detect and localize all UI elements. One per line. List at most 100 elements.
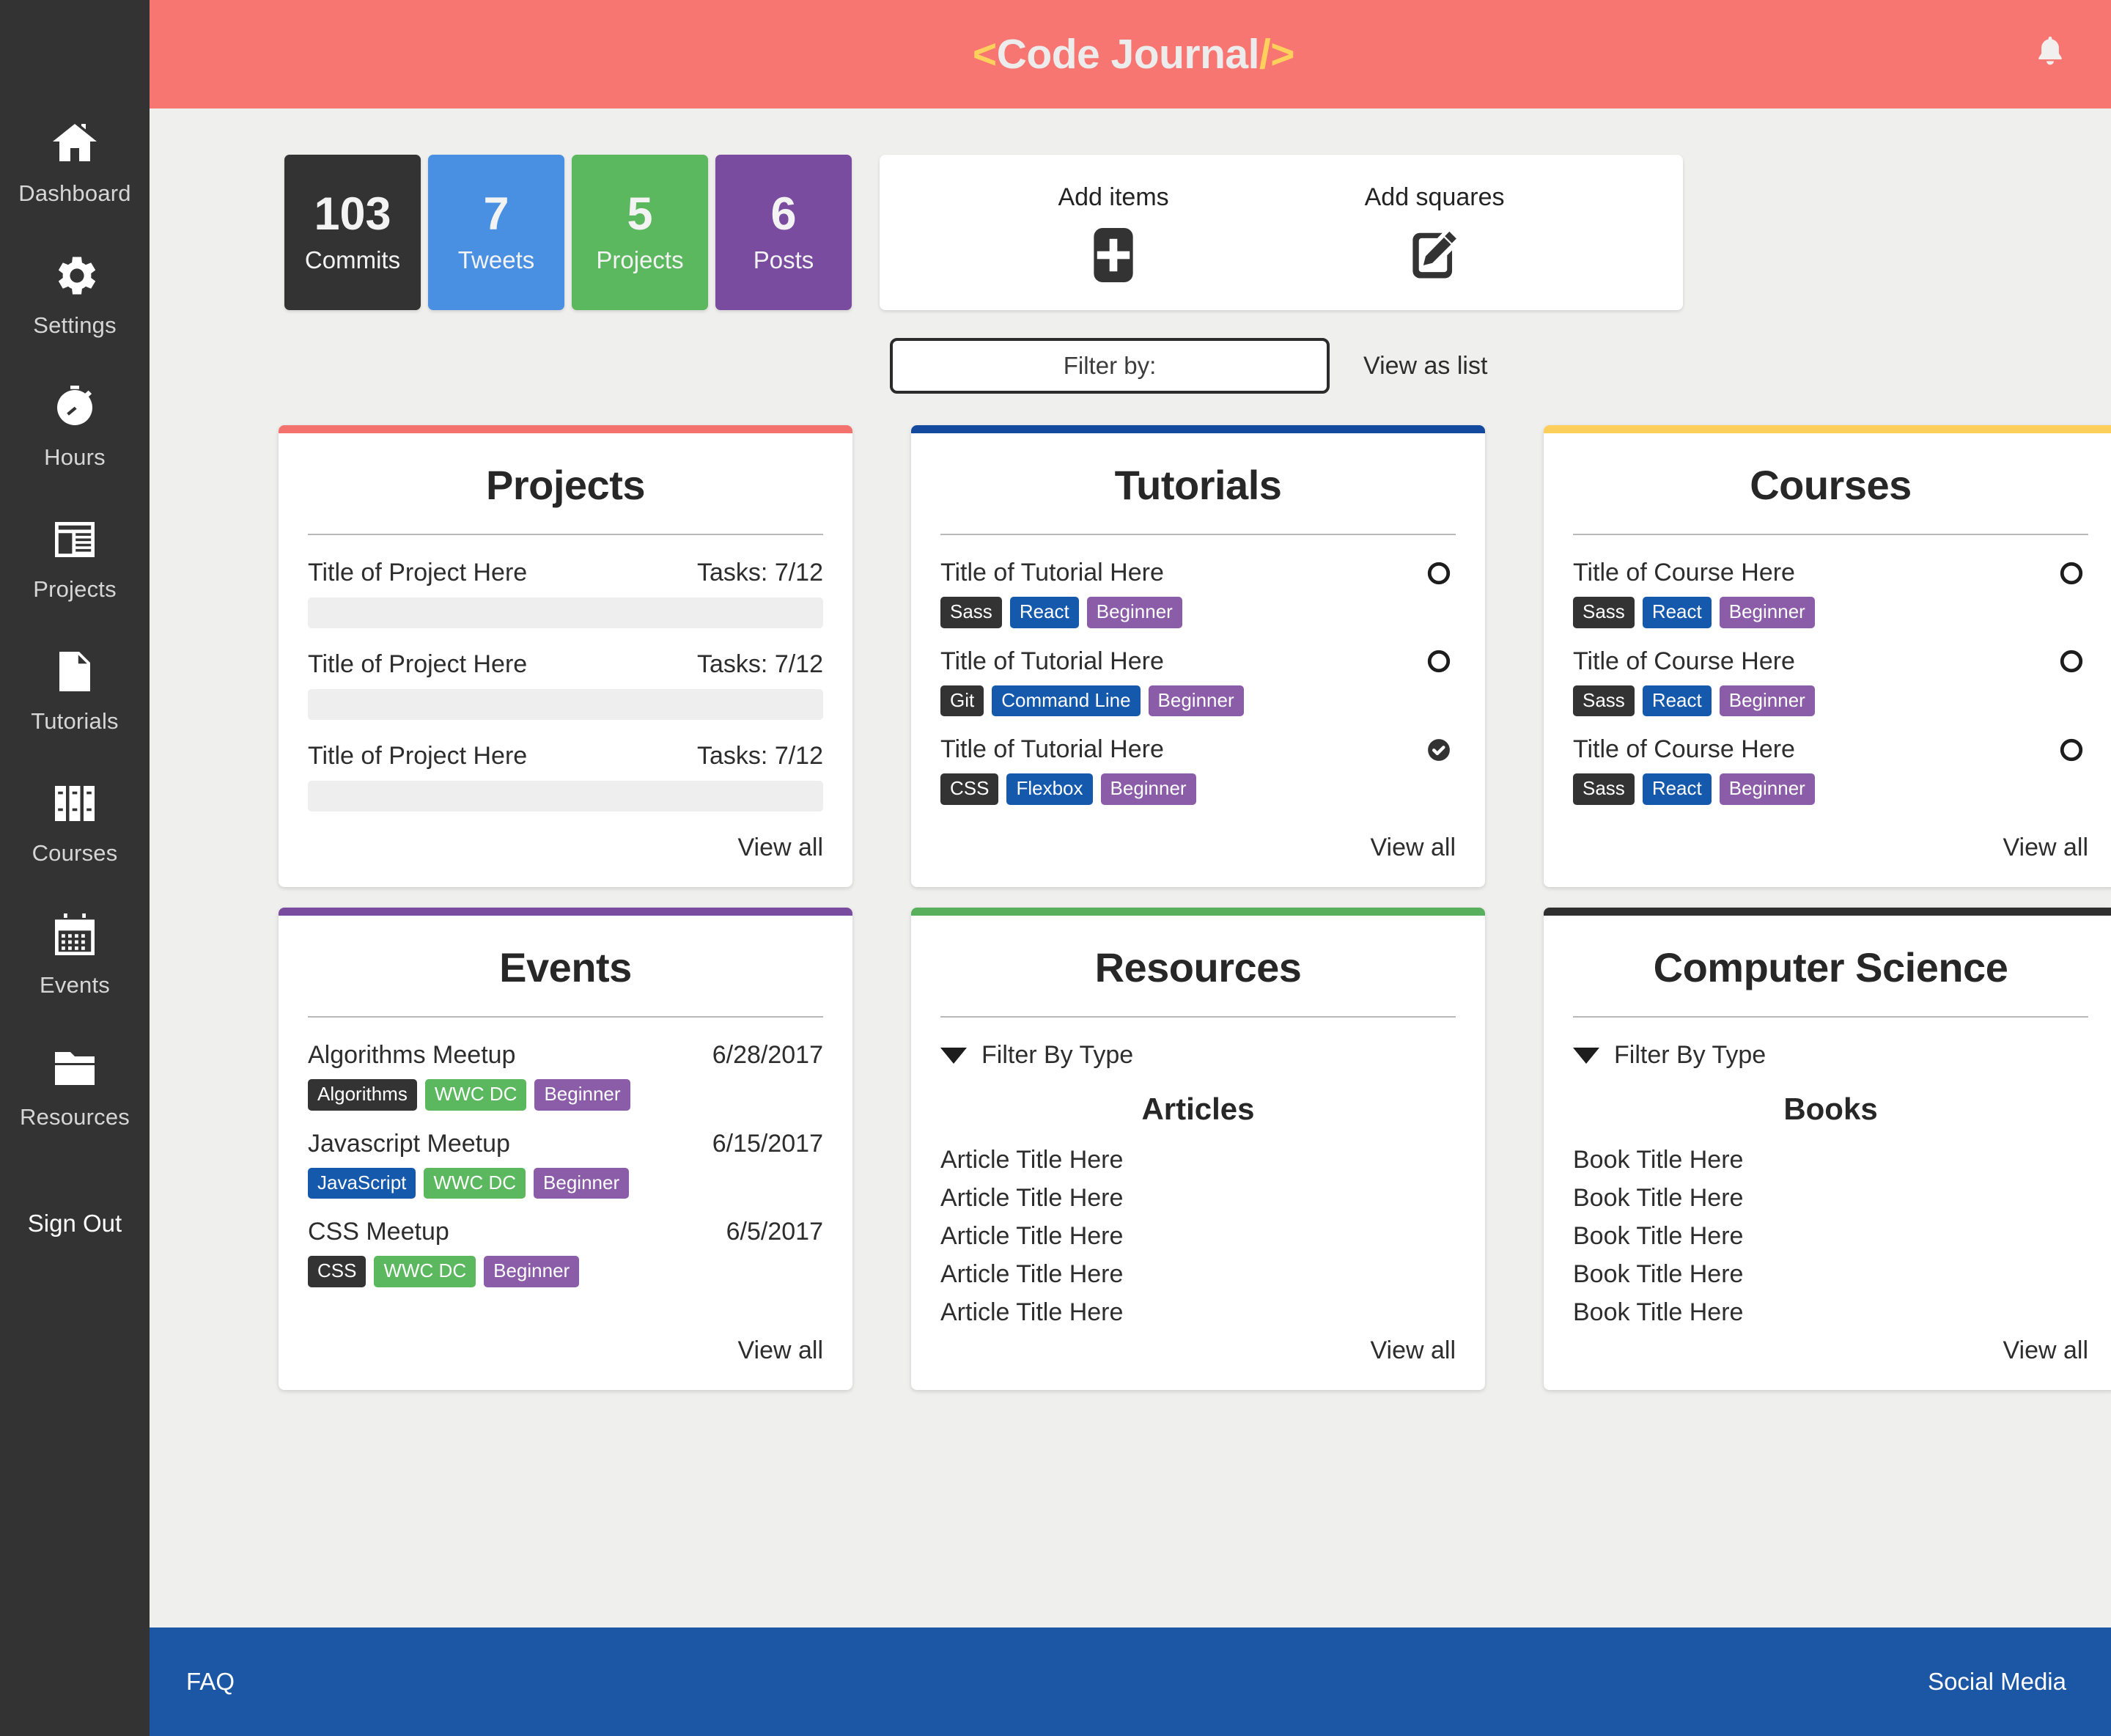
tag[interactable]: Beginner (1101, 773, 1196, 805)
tag[interactable]: Beginner (1149, 685, 1244, 717)
list-item[interactable]: Title of Course Here Sass React Beginner (1573, 559, 2088, 628)
list-item[interactable]: Title of Course Here Sass React Beginner (1573, 647, 2088, 717)
list-item[interactable]: Article Title Here (940, 1260, 1456, 1289)
list-item[interactable]: Article Title Here (940, 1222, 1456, 1251)
list-item[interactable]: Title of Project Here Tasks: 7/12 (308, 650, 823, 720)
list-item[interactable]: Article Title Here (940, 1146, 1456, 1174)
sidebar-item-projects[interactable]: Projects (0, 513, 150, 603)
list-item[interactable]: Book Title Here (1573, 1298, 2088, 1327)
sidebar-item-courses[interactable]: Courses (0, 777, 150, 867)
view-all-link[interactable]: View all (308, 1336, 823, 1365)
progress-bar (308, 689, 823, 720)
status-incomplete-icon[interactable] (1426, 649, 1451, 674)
list-item[interactable]: Title of Project Here Tasks: 7/12 (308, 742, 823, 812)
tag[interactable]: Command Line (992, 685, 1140, 717)
status-incomplete-icon[interactable] (2059, 738, 2084, 762)
tag[interactable]: Beginner (1720, 685, 1815, 717)
tag[interactable]: CSS (308, 1256, 366, 1287)
tag[interactable]: Beginner (534, 1168, 629, 1199)
pencil-square-icon (1407, 228, 1462, 282)
status-incomplete-icon[interactable] (1426, 561, 1451, 586)
view-all-link[interactable]: View all (1573, 1336, 2088, 1365)
status-incomplete-icon[interactable] (2059, 561, 2084, 586)
view-as-list-link[interactable]: View as list (1363, 352, 1487, 380)
tag[interactable]: JavaScript (308, 1168, 416, 1199)
sidebar-item-settings[interactable]: Settings (0, 249, 150, 339)
tag[interactable]: React (1643, 773, 1712, 805)
stat-card-posts[interactable]: 6 Posts (715, 155, 852, 310)
bell-icon[interactable] (2034, 35, 2066, 74)
tag[interactable]: Beginner (1087, 597, 1182, 628)
sidebar-item-events[interactable]: Events (0, 909, 150, 998)
tag[interactable]: Beginner (1720, 773, 1815, 805)
stat-card-commits[interactable]: 103 Commits (284, 155, 421, 310)
tag[interactable]: Beginner (1720, 597, 1815, 628)
sidebar-item-tutorials[interactable]: Tutorials (0, 645, 150, 735)
view-all-link[interactable]: View all (940, 834, 1456, 862)
faq-link[interactable]: FAQ (186, 1668, 235, 1696)
tag[interactable]: Sass (940, 597, 1002, 628)
status-complete-icon[interactable] (1426, 738, 1451, 762)
view-all-link[interactable]: View all (940, 1336, 1456, 1365)
card-divider (940, 1016, 1456, 1018)
project-tasks: Tasks: 7/12 (697, 742, 823, 770)
view-all-link[interactable]: View all (308, 834, 823, 862)
stat-card-projects[interactable]: 5 Projects (572, 155, 708, 310)
events-list: Algorithms Meetup 6/28/2017 Algorithms W… (308, 1041, 823, 1336)
tag[interactable]: WWC DC (374, 1256, 476, 1287)
sidebar-item-hours[interactable]: Hours (0, 381, 150, 471)
tag[interactable]: React (1010, 597, 1079, 628)
tag[interactable]: Sass (1573, 597, 1635, 628)
stat-value: 7 (483, 191, 509, 238)
filter-input[interactable] (890, 338, 1330, 394)
filter-by-type-button[interactable]: Filter By Type (1573, 1041, 2088, 1070)
tag[interactable]: Flexbox (1006, 773, 1092, 805)
sidebar-item-dashboard[interactable]: Dashboard (0, 117, 150, 207)
stat-card-tweets[interactable]: 7 Tweets (428, 155, 564, 310)
list-item[interactable]: Title of Tutorial Here Git Command Line … (940, 647, 1456, 717)
add-items-button[interactable]: Add items (1058, 183, 1168, 282)
card-projects: Projects Title of Project Here Tasks: 7/… (279, 425, 852, 887)
tutorial-title: Title of Tutorial Here (940, 559, 1164, 587)
filter-by-type-button[interactable]: Filter By Type (940, 1041, 1456, 1070)
social-media-link[interactable]: Social Media (1928, 1668, 2066, 1696)
tag[interactable]: WWC DC (424, 1168, 526, 1199)
list-item[interactable]: Title of Tutorial Here CSS Flexbox Begin… (940, 735, 1456, 805)
list-item[interactable]: Title of Project Here Tasks: 7/12 (308, 559, 823, 628)
tag[interactable]: Sass (1573, 773, 1635, 805)
tag[interactable]: Algorithms (308, 1079, 417, 1111)
view-all-link[interactable]: View all (1573, 834, 2088, 862)
tag[interactable]: React (1643, 597, 1712, 628)
card-divider (940, 534, 1456, 535)
chevron-down-icon (1573, 1048, 1599, 1064)
add-squares-button[interactable]: Add squares (1365, 183, 1505, 282)
tag[interactable]: React (1643, 685, 1712, 717)
list-item[interactable]: Javascript Meetup 6/15/2017 JavaScript W… (308, 1130, 823, 1199)
card-divider (1573, 534, 2088, 535)
list-item[interactable]: CSS Meetup 6/5/2017 CSS WWC DC Beginner (308, 1218, 823, 1287)
list-item[interactable]: Article Title Here (940, 1298, 1456, 1327)
app-logo[interactable]: <Code Journal/> (973, 30, 1294, 78)
project-tasks: Tasks: 7/12 (697, 559, 823, 587)
list-item[interactable]: Book Title Here (1573, 1184, 2088, 1213)
chevron-down-icon (940, 1048, 967, 1064)
status-incomplete-icon[interactable] (2059, 649, 2084, 674)
list-item[interactable]: Title of Course Here Sass React Beginner (1573, 735, 2088, 805)
tag[interactable]: Git (940, 685, 984, 717)
list-item[interactable]: Title of Tutorial Here Sass React Beginn… (940, 559, 1456, 628)
tag[interactable]: WWC DC (425, 1079, 527, 1111)
stat-value: 5 (627, 191, 652, 238)
list-item[interactable]: Book Title Here (1573, 1222, 2088, 1251)
list-item[interactable]: Book Title Here (1573, 1260, 2088, 1289)
card-resources: Resources Filter By Type Articles Articl… (911, 908, 1485, 1390)
tag[interactable]: Sass (1573, 685, 1635, 717)
list-item[interactable]: Algorithms Meetup 6/28/2017 Algorithms W… (308, 1041, 823, 1111)
tag[interactable]: Beginner (534, 1079, 630, 1111)
list-item[interactable]: Book Title Here (1573, 1146, 2088, 1174)
list-item[interactable]: Article Title Here (940, 1184, 1456, 1213)
tag[interactable]: Beginner (484, 1256, 579, 1287)
sidebar-item-resources[interactable]: Resources (0, 1041, 150, 1130)
tag[interactable]: CSS (940, 773, 998, 805)
home-icon (48, 117, 101, 170)
sign-out-button[interactable]: Sign Out (28, 1210, 122, 1237)
